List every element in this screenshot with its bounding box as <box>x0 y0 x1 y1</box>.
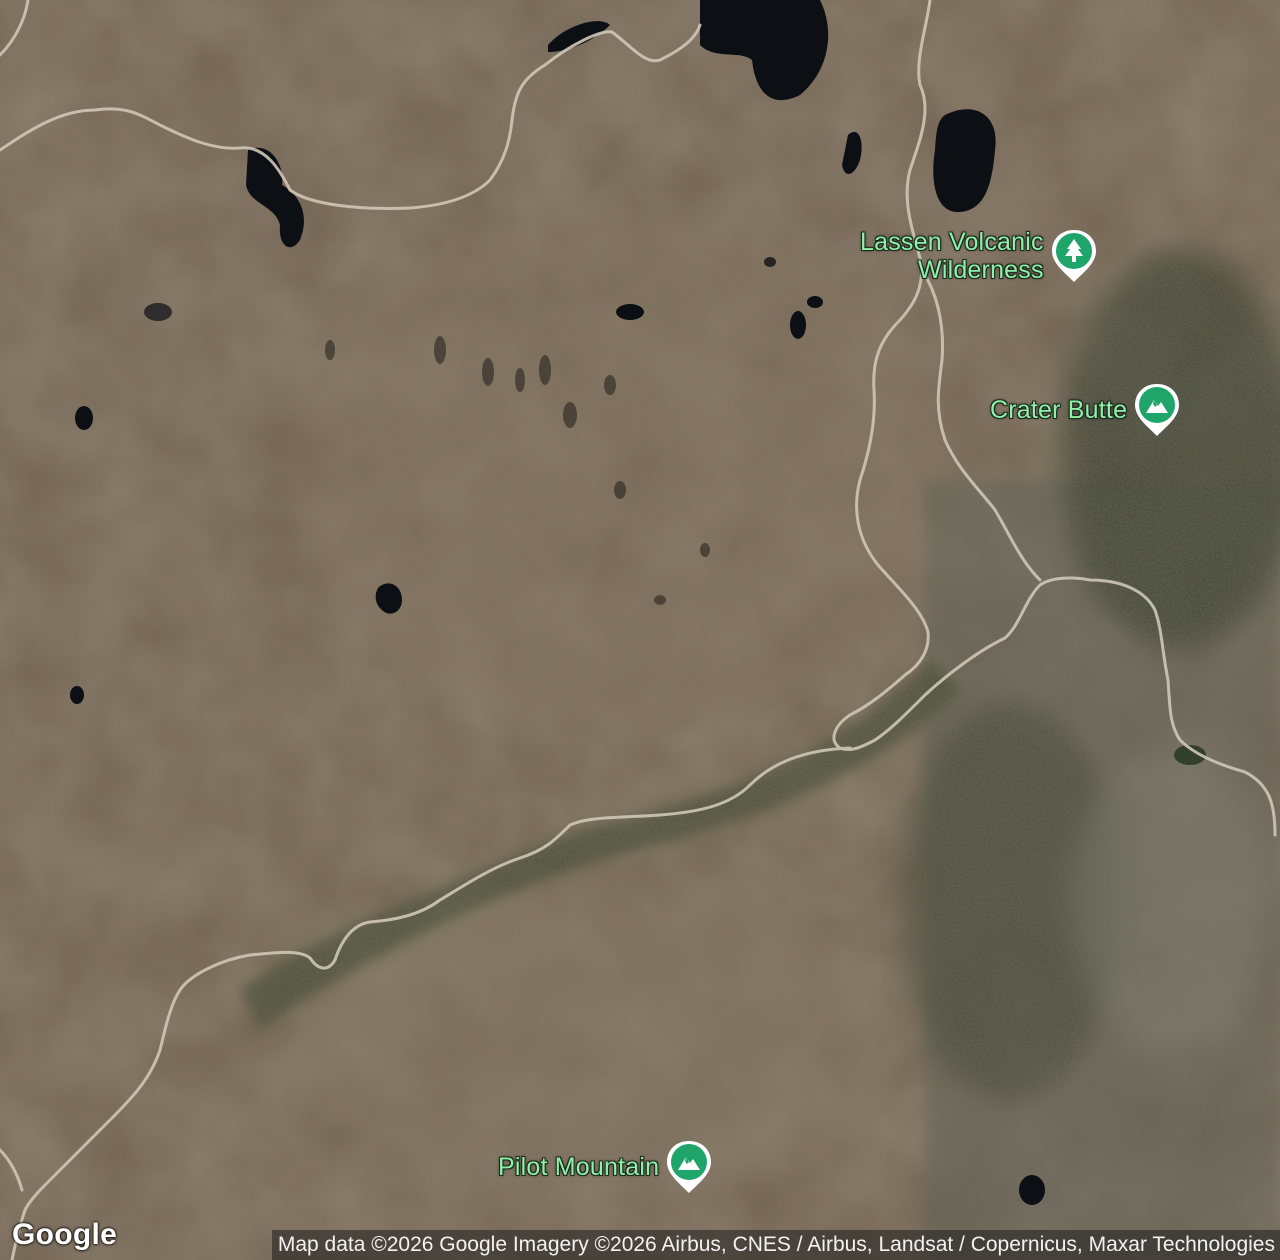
mountain-icon <box>665 1139 713 1195</box>
poi-pilot-mountain[interactable]: Pilot Mountain <box>498 1139 713 1195</box>
poi-lassen-volcanic-wilderness[interactable]: Lassen Volcanic Wilderness <box>860 228 1098 284</box>
tree-icon <box>1050 228 1098 284</box>
poi-label: Lassen Volcanic Wilderness <box>860 228 1044 284</box>
google-logo: Google <box>12 1218 118 1251</box>
poi-label-line2: Wilderness <box>918 256 1044 284</box>
poi-label-line1: Lassen Volcanic <box>860 228 1044 256</box>
mountain-icon <box>1133 382 1181 438</box>
poi-label: Pilot Mountain <box>498 1153 660 1181</box>
satellite-map[interactable]: Lassen Volcanic Wilderness Crater Butte … <box>0 0 1280 1260</box>
poi-crater-butte[interactable]: Crater Butte <box>990 382 1181 438</box>
map-attribution[interactable]: Map data ©2026 Google Imagery ©2026 Airb… <box>271 1230 1280 1260</box>
poi-label: Crater Butte <box>990 396 1128 424</box>
satellite-imagery <box>0 0 1280 1260</box>
